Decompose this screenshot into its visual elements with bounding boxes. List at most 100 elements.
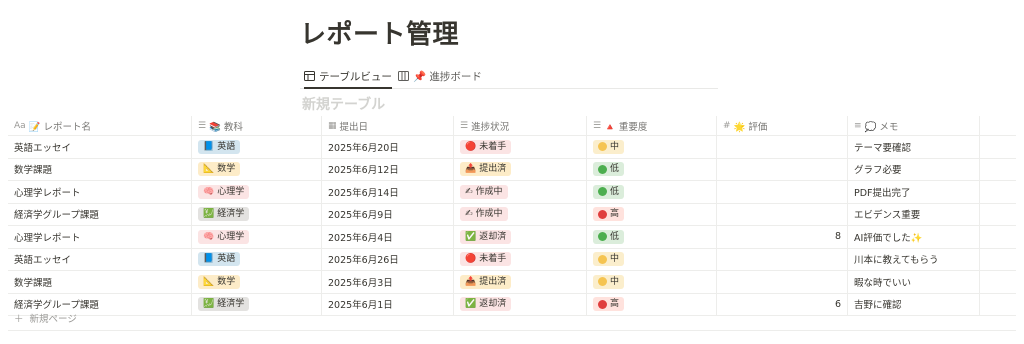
status-cell[interactable]: 🔴 未着手	[454, 248, 587, 270]
table-row[interactable]: 英語エッセイ 📘 英語 2025年6月26日 🔴 未着手 中 川本に教えてもらう	[8, 248, 1016, 271]
report-name-cell[interactable]: 英語エッセイ	[8, 136, 192, 158]
text-type-icon: Aa	[14, 120, 26, 131]
priority-dot-icon	[598, 254, 607, 264]
status-cell[interactable]: ✅ 返却済	[454, 226, 587, 248]
memo-cell[interactable]: 吉野に確認	[848, 293, 980, 315]
subject-tag: 📘 英語	[198, 252, 241, 267]
memo-cell[interactable]: AI評価でした✨	[848, 226, 980, 248]
status-cell[interactable]: ✅ 返却済	[454, 293, 587, 315]
priority-cell[interactable]: 高	[587, 293, 717, 315]
new-page-button[interactable]: ＋ 新規ページ	[8, 311, 77, 325]
report-name-cell[interactable]: 英語エッセイ	[8, 248, 192, 270]
score-cell[interactable]: 8	[717, 226, 848, 248]
table-row[interactable]: 英語エッセイ 📘 英語 2025年6月20日 🔴 未着手 中 テーマ要確認	[8, 136, 1016, 159]
subject-tag: 📘 英語	[198, 139, 241, 154]
priority-cell[interactable]: 低	[587, 181, 717, 203]
subject-label: 経済学	[217, 209, 245, 220]
due-date-cell[interactable]: 2025年6月1日	[322, 293, 454, 315]
report-name-cell[interactable]: 心理学レポート	[8, 181, 192, 203]
score-cell[interactable]	[717, 181, 848, 203]
due-date-cell[interactable]: 2025年6月14日	[322, 181, 454, 203]
report-name-cell[interactable]: 数学課題	[8, 271, 192, 293]
priority-cell[interactable]: 中	[587, 136, 717, 158]
subject-cell[interactable]: 📐 数学	[192, 158, 322, 180]
column-label: 🌟 評価	[733, 121, 768, 133]
score-cell[interactable]: 6	[717, 293, 848, 315]
table-row[interactable]: 心理学レポート 🧠 心理学 2025年6月14日 ✍ 作成中 低 PDF提出完了	[8, 181, 1016, 204]
status-tag: ✍ 作成中	[460, 184, 508, 199]
priority-label: 中	[610, 276, 620, 287]
score-cell[interactable]	[717, 271, 848, 293]
table-row[interactable]: 経済学グループ課題 💹 経済学 2025年6月1日 ✅ 返却済 高 6 吉野に確…	[8, 293, 1016, 316]
column-header-score[interactable]: # 🌟 評価	[717, 116, 848, 135]
subject-cell[interactable]: 📘 英語	[192, 248, 322, 270]
memo-cell[interactable]: グラフ必要	[848, 158, 980, 180]
score-cell[interactable]	[717, 203, 848, 225]
column-header-subject[interactable]: ☰ 📚 教科	[192, 116, 322, 135]
memo-cell[interactable]: 川本に教えてもらう	[848, 248, 980, 270]
subject-cell[interactable]: 📐 数学	[192, 271, 322, 293]
table-row[interactable]: 数学課題 📐 数学 2025年6月3日 📤 提出済 中 暇な時でいい	[8, 271, 1016, 294]
table-row[interactable]: 数学課題 📐 数学 2025年6月12日 📤 提出済 低 グラフ必要	[8, 158, 1016, 181]
subject-cell[interactable]: 💹 経済学	[192, 203, 322, 225]
priority-cell[interactable]: 低	[587, 226, 717, 248]
column-header-status[interactable]: ☰ 進捗状況	[454, 116, 587, 135]
tab-progress-board[interactable]: 📌 進捗ボード	[398, 66, 482, 86]
priority-cell[interactable]: 低	[587, 158, 717, 180]
due-date-cell[interactable]: 2025年6月20日	[322, 136, 454, 158]
priority-label: 中	[610, 141, 620, 152]
subject-label: 数学	[217, 276, 236, 287]
status-cell[interactable]: ✍ 作成中	[454, 203, 587, 225]
due-date-cell[interactable]: 2025年6月26日	[322, 248, 454, 270]
status-tag: 📤 提出済	[460, 274, 512, 289]
memo-cell[interactable]: 暇な時でいい	[848, 271, 980, 293]
memo-cell[interactable]: テーマ要確認	[848, 136, 980, 158]
status-cell[interactable]: 📤 提出済	[454, 271, 587, 293]
priority-cell[interactable]: 中	[587, 248, 717, 270]
report-name-cell[interactable]: 経済学グループ課題	[8, 203, 192, 225]
score-cell[interactable]	[717, 136, 848, 158]
score-cell[interactable]	[717, 158, 848, 180]
column-header-due-date[interactable]: ▦ 提出日	[322, 116, 454, 135]
tab-table-view[interactable]: テーブルビュー	[304, 66, 392, 89]
report-name-cell[interactable]: 数学課題	[8, 158, 192, 180]
subject-icon: 💹	[203, 299, 215, 310]
priority-dot-icon	[598, 209, 607, 219]
status-icon: 🔴	[465, 141, 477, 152]
due-date-cell[interactable]: 2025年6月3日	[322, 271, 454, 293]
memo-text: エビデンス重要	[854, 210, 921, 222]
memo-cell[interactable]: PDF提出完了	[848, 181, 980, 203]
priority-tag: 中	[593, 139, 625, 154]
table-row[interactable]: 経済学グループ課題 💹 経済学 2025年6月9日 ✍ 作成中 高 エビデンス重…	[8, 203, 1016, 226]
subject-cell[interactable]: 💹 経済学	[192, 293, 322, 315]
status-cell[interactable]: 🔴 未着手	[454, 136, 587, 158]
new-page-label: 新規ページ	[29, 314, 77, 325]
column-header-priority[interactable]: ☰ 🔺 重要度	[587, 116, 717, 135]
score-value: 8	[834, 231, 841, 243]
column-header-memo[interactable]: ≡ 💭 メモ	[848, 116, 980, 135]
subject-label: 英語	[217, 141, 236, 152]
number-type-icon: #	[723, 120, 731, 131]
table-row[interactable]: 心理学レポート 🧠 心理学 2025年6月4日 ✅ 返却済 低 8 AI評価でし…	[8, 226, 1016, 249]
priority-dot-icon	[598, 187, 607, 197]
due-date: 2025年6月3日	[328, 277, 393, 289]
column-header-report-name[interactable]: Aa 📝 レポート名	[8, 116, 192, 135]
subject-cell[interactable]: 🧠 心理学	[192, 226, 322, 248]
status-label: 返却済	[479, 299, 507, 310]
score-cell[interactable]	[717, 248, 848, 270]
calendar-icon: ▦	[328, 120, 337, 131]
subject-cell[interactable]: 📘 英語	[192, 136, 322, 158]
priority-cell[interactable]: 中	[587, 271, 717, 293]
report-name-cell[interactable]: 心理学レポート	[8, 226, 192, 248]
status-cell[interactable]: ✍ 作成中	[454, 181, 587, 203]
table-title[interactable]: 新規テーブル	[302, 94, 385, 114]
subject-cell[interactable]: 🧠 心理学	[192, 181, 322, 203]
due-date: 2025年6月20日	[328, 142, 399, 154]
due-date-cell[interactable]: 2025年6月4日	[322, 226, 454, 248]
memo-cell[interactable]: エビデンス重要	[848, 203, 980, 225]
status-cell[interactable]: 📤 提出済	[454, 158, 587, 180]
add-column-area[interactable]	[980, 116, 1016, 135]
due-date-cell[interactable]: 2025年6月9日	[322, 203, 454, 225]
due-date-cell[interactable]: 2025年6月12日	[322, 158, 454, 180]
priority-cell[interactable]: 高	[587, 203, 717, 225]
